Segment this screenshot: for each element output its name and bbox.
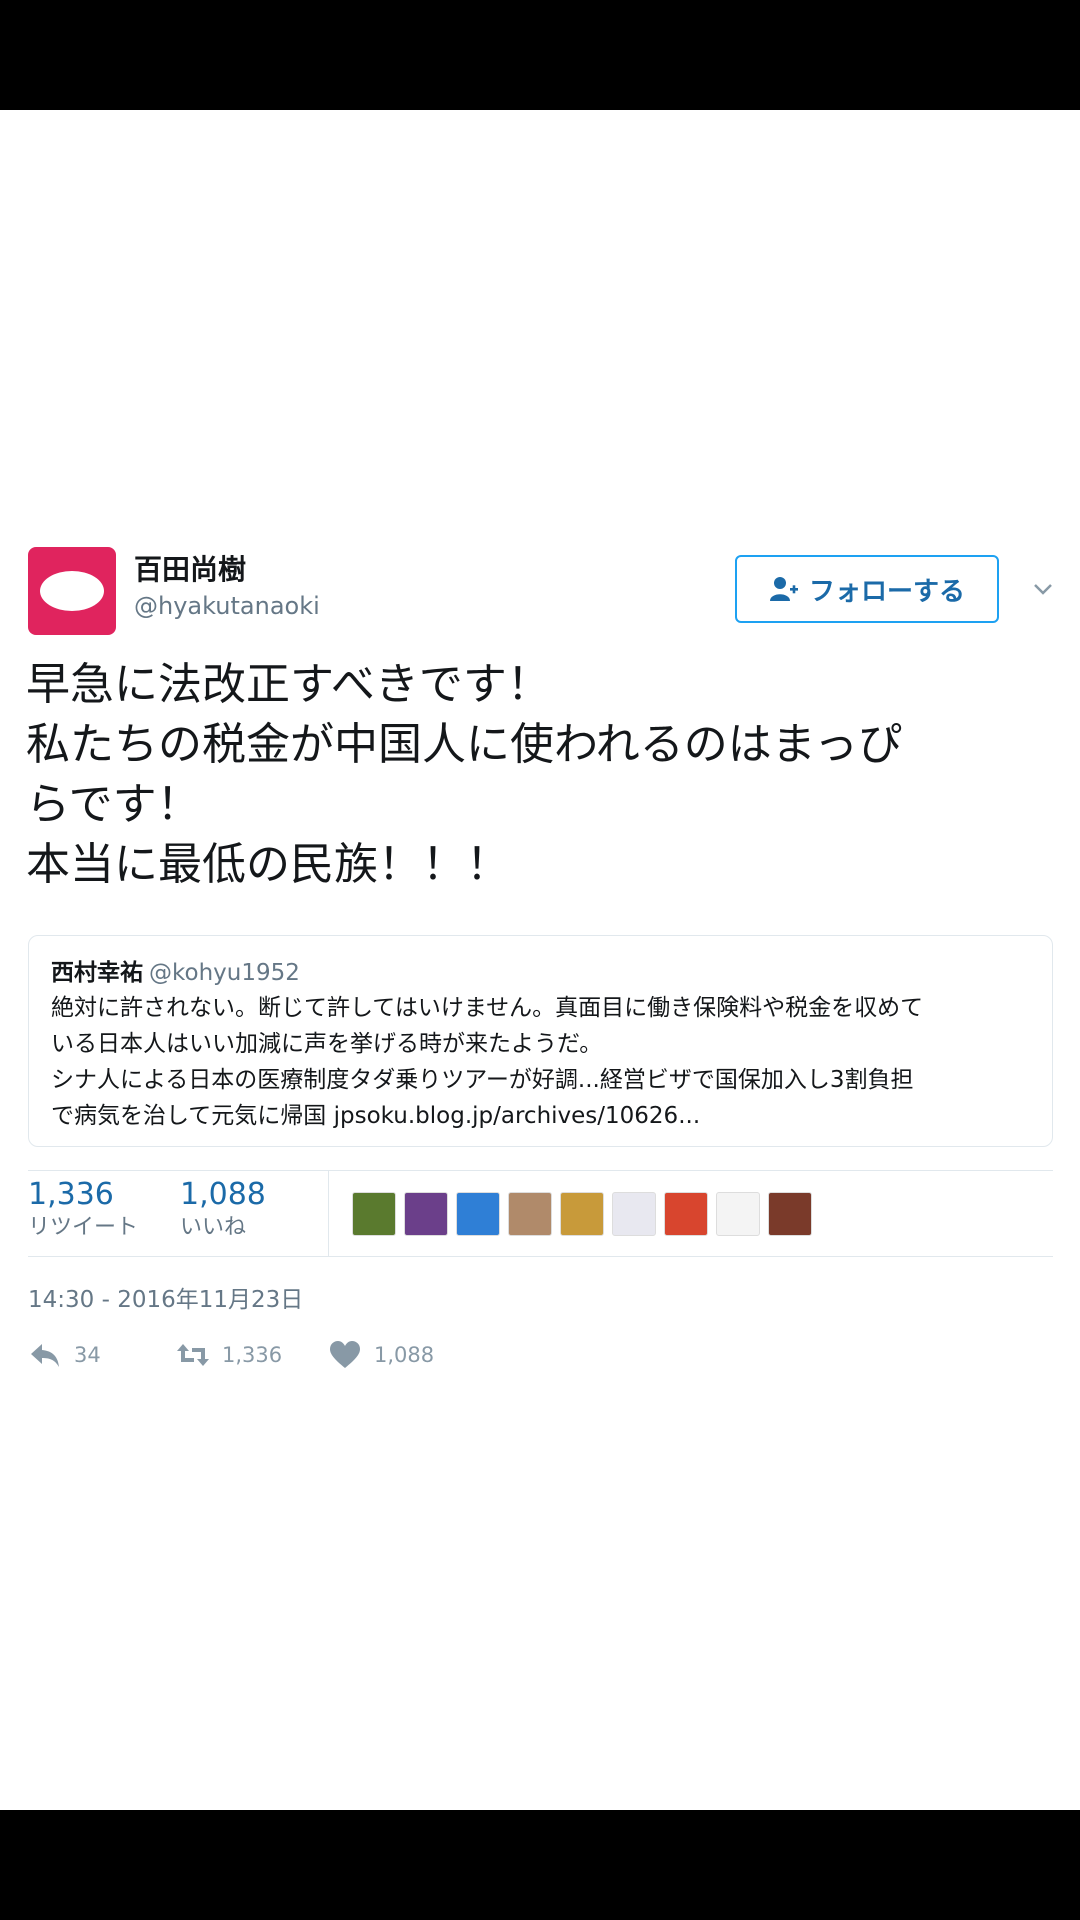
tweet-text: 早急に法改正すべきです！ 私たちの税金が中国人に使われるのはまっぴ らです！ 本… [26,655,1056,895]
reply-button[interactable]: 34 [28,1340,101,1370]
retweet-stat[interactable]: 1,336 リツイート [28,1177,138,1243]
chevron-down-icon[interactable] [1030,576,1056,602]
user-handle[interactable]: @hyakutanaoki [134,592,320,620]
liker-avatar[interactable] [716,1192,760,1236]
tweet-text-line: らです！ [26,779,201,830]
liker-avatar[interactable] [456,1192,500,1236]
quoted-text-line: いる日本人はいい加減に声を挙げる時が来たようだ。 [51,1031,603,1057]
like-stat[interactable]: 1,088 いいね [180,1177,266,1243]
follow-button[interactable]: フォローする [735,555,999,623]
tweet-text-line: 早急に法改正すべきです！ [26,659,551,710]
quoted-text-line: で病気を治して元気に帰国 jpsoku.blog.jp/archives/106… [51,1103,701,1129]
heart-icon [330,1341,360,1368]
tweet-text-line: 私たちの税金が中国人に使われるのはまっぴ [26,719,903,770]
retweet-button[interactable]: 1,336 [176,1340,282,1370]
liker-avatars [352,1192,812,1236]
liker-avatar[interactable] [612,1192,656,1236]
quoted-tweet[interactable]: 西村幸祐 @kohyu1952 絶対に許されない。断じて許してはいけません。真面目… [28,935,1053,1147]
like-button[interactable]: 1,088 [328,1340,434,1370]
retweet-icon [177,1344,209,1366]
like-count: 1,088 [180,1177,266,1212]
liker-avatar[interactable] [768,1192,812,1236]
retweet-label: リツイート [28,1215,139,1240]
letterbox-top [0,0,1080,110]
tweet-timestamp[interactable]: 14:30 - 2016年11月23日 [28,1280,303,1314]
display-name[interactable]: 百田尚樹 [134,548,246,588]
retweet-action-count: 1,336 [222,1343,283,1367]
like-label: いいね [180,1215,247,1240]
retweet-count: 1,336 [28,1177,114,1212]
reply-count: 34 [74,1343,101,1367]
quoted-text-line: シナ人による日本の医療制度タダ乗りツアーが好調...経営ビザで国保加入し3割負担 [51,1067,914,1093]
liker-avatar[interactable] [404,1192,448,1236]
liker-avatar[interactable] [560,1192,604,1236]
quoted-text-line: 絶対に許されない。断じて許してはいけません。真面目に働き保険料や税金を収めて [51,995,924,1021]
liker-avatar[interactable] [352,1192,396,1236]
add-user-icon [769,577,798,601]
stats-separator [328,1170,329,1256]
quoted-author-name: 西村幸祐 [51,960,143,986]
reply-icon [31,1344,59,1367]
quoted-tweet-header: 西村幸祐 @kohyu1952 [51,956,1030,990]
tweet-text-line: 本当に最低の民族！！！ [26,839,510,890]
liker-avatar[interactable] [508,1192,552,1236]
liker-avatar[interactable] [664,1192,708,1236]
stats-divider-top [28,1170,1053,1171]
stats-divider-bottom [28,1256,1053,1257]
like-action-count: 1,088 [374,1343,435,1367]
follow-button-label: フォローする [808,576,965,607]
quoted-author-handle: @kohyu1952 [149,960,300,986]
avatar[interactable] [28,547,116,635]
quoted-tweet-text: 絶対に許されない。断じて許してはいけません。真面目に働き保険料や税金を収めて い… [51,990,1030,1134]
letterbox-bottom [0,1810,1080,1920]
